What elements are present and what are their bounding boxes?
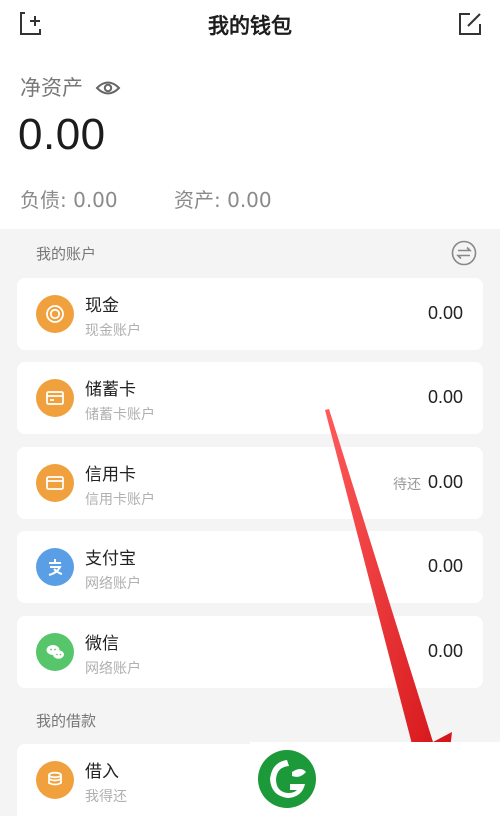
account-name: 支付宝	[85, 549, 136, 569]
edit-icon[interactable]	[456, 10, 484, 38]
account-card-alipay[interactable]: 支付宝 网络账户 0.00	[17, 531, 483, 603]
account-type: 网络账户	[85, 576, 141, 592]
account-balance: 0.00	[427, 303, 463, 323]
section-title-accounts: 我的账户	[36, 245, 97, 263]
account-name: 微信	[85, 634, 119, 654]
pending-label: 待还	[393, 477, 421, 493]
account-name: 储蓄卡	[85, 380, 136, 400]
net-assets-label-text: 净资产	[20, 76, 83, 100]
alipay-icon	[36, 548, 74, 586]
account-type: 现金账户	[85, 323, 141, 339]
loan-name: 借入	[85, 762, 119, 782]
account-balance: 0.00	[427, 472, 463, 492]
account-name: 现金	[85, 296, 119, 316]
top-bar: 我的钱包	[0, 0, 500, 52]
leaf-logo-icon	[258, 750, 316, 808]
account-type: 网络账户	[85, 661, 141, 677]
account-card-credit[interactable]: 信用卡 信用卡账户 待还 0.00	[17, 447, 483, 519]
assets-stat: 资产: 0.00	[174, 188, 272, 212]
account-card-debit[interactable]: 储蓄卡 储蓄卡账户 0.00	[17, 362, 483, 434]
debit-card-icon	[36, 379, 74, 417]
wechat-icon	[36, 633, 74, 671]
account-type: 储蓄卡账户	[85, 407, 155, 423]
transfer-icon[interactable]	[451, 240, 477, 266]
page-title: 我的钱包	[208, 14, 292, 38]
account-type: 信用卡账户	[85, 492, 155, 508]
account-balance: 0.00	[427, 641, 463, 661]
debt-stat: 负债: 0.00	[20, 188, 118, 212]
account-name: 信用卡	[85, 465, 136, 485]
credit-card-icon	[36, 464, 74, 502]
loan-type: 我得还	[85, 789, 127, 805]
watermark-logo-box	[250, 742, 500, 816]
net-assets-label: 净资产	[20, 72, 121, 102]
coin-icon	[36, 295, 74, 333]
section-title-loans: 我的借款	[36, 712, 97, 730]
account-card-wechat[interactable]: 微信 网络账户 0.00	[17, 616, 483, 688]
coin-stack-icon	[36, 761, 74, 799]
net-assets-value: 0.00	[18, 110, 106, 159]
account-card-cash[interactable]: 现金 现金账户 0.00	[17, 278, 483, 350]
account-balance: 0.00	[427, 387, 463, 407]
account-balance: 0.00	[427, 556, 463, 576]
eye-icon[interactable]	[95, 78, 121, 96]
